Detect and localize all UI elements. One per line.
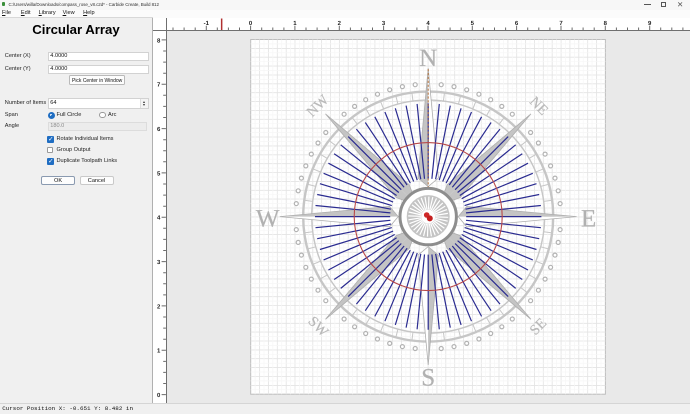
svg-text:9: 9: [648, 20, 652, 27]
svg-text:8: 8: [157, 37, 161, 44]
svg-text:7: 7: [157, 82, 161, 89]
svg-text:1: 1: [293, 20, 297, 27]
svg-text:3: 3: [382, 20, 386, 27]
svg-text:3: 3: [157, 259, 161, 266]
svg-text:5: 5: [471, 20, 475, 27]
svg-text:2: 2: [338, 20, 342, 27]
svg-text:0: 0: [249, 20, 253, 27]
svg-text:1: 1: [157, 348, 161, 355]
svg-text:4: 4: [426, 20, 430, 27]
svg-text:5: 5: [157, 170, 161, 177]
svg-text:W: W: [256, 206, 280, 233]
svg-text:4: 4: [157, 215, 161, 222]
svg-text:0: 0: [157, 392, 161, 399]
svg-text:N: N: [419, 45, 437, 72]
svg-text:8: 8: [604, 20, 608, 27]
svg-text:-1: -1: [204, 20, 210, 27]
svg-text:E: E: [581, 206, 596, 233]
svg-text:6: 6: [515, 20, 519, 27]
svg-text:2: 2: [157, 303, 161, 310]
svg-text:7: 7: [559, 20, 563, 27]
svg-text:S: S: [421, 365, 435, 392]
svg-text:6: 6: [157, 126, 161, 133]
